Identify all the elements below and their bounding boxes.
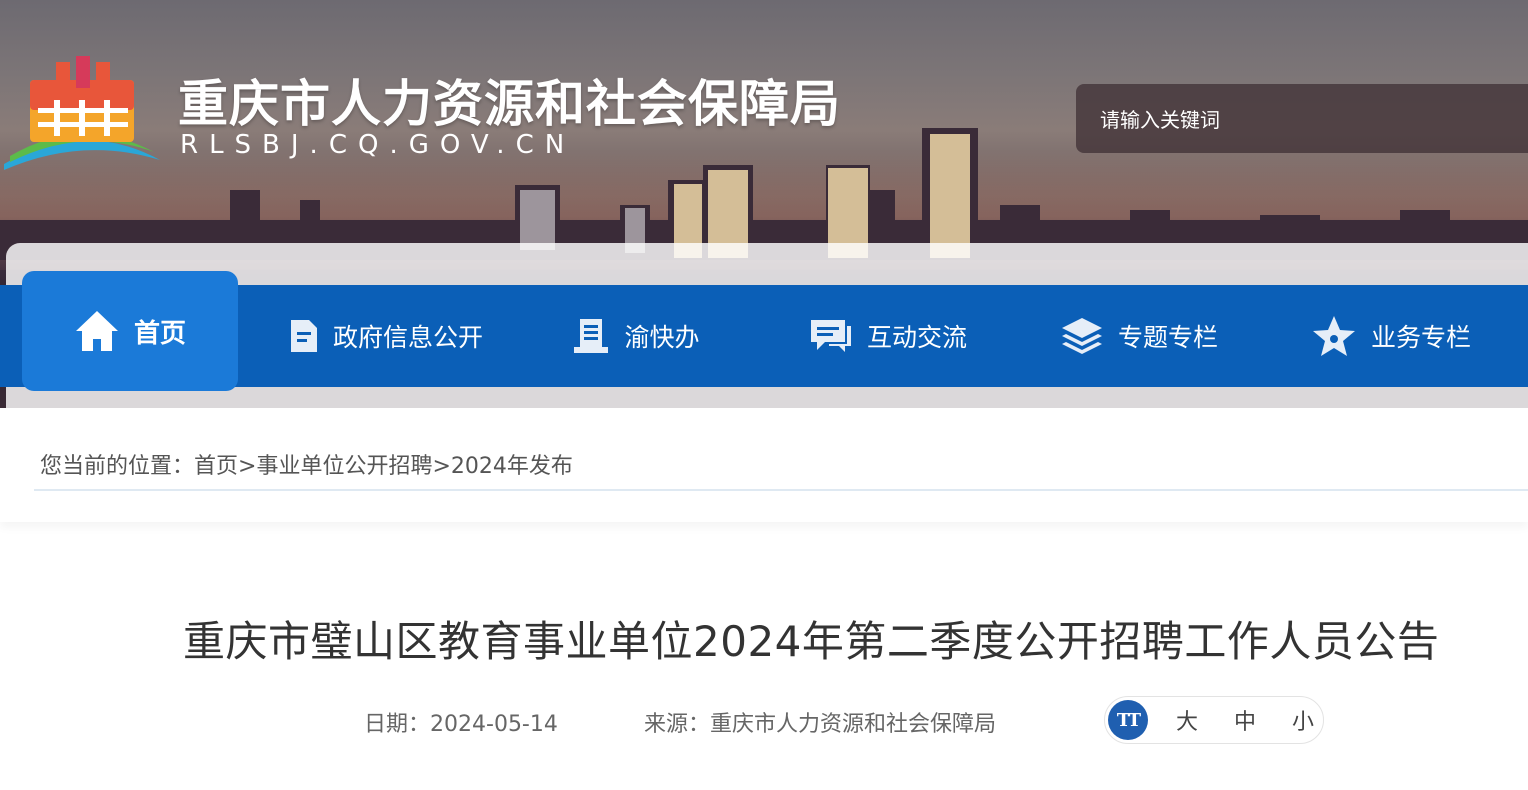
nav-item-interaction[interactable]: 互动交流	[804, 285, 972, 387]
font-size-medium-button[interactable]: 中	[1226, 704, 1264, 736]
home-icon	[75, 311, 118, 351]
nav-item-gov-info[interactable]: 政府信息公开	[280, 285, 490, 387]
document-icon	[290, 320, 317, 352]
font-size-small-button[interactable]: 小	[1284, 704, 1322, 736]
source-value: 重庆市人力资源和社会保障局	[710, 712, 997, 737]
star-icon	[1312, 316, 1355, 356]
nav-item-label: 互动交流	[866, 323, 967, 352]
site-title: 重庆市人力资源和社会保障局	[178, 75, 841, 133]
breadcrumb-separator: >	[238, 454, 257, 479]
breadcrumb-separator: >	[432, 454, 451, 479]
article-title: 重庆市璧山区教育事业单位2024年第二季度公开招聘工作人员公告	[183, 617, 1440, 666]
nav-item-business[interactable]: 业务专栏	[1306, 285, 1476, 387]
breadcrumb-bar: 您当前的位置：首页>事业单位公开招聘>2024年发布	[0, 408, 1528, 522]
breadcrumb: 您当前的位置：首页>事业单位公开招聘>2024年发布	[40, 448, 573, 480]
header-banner: 重庆市人力资源和社会保障局 RLSBJ.CQ.GOV.CN 请输入关键词 首页 …	[0, 0, 1528, 408]
font-size-large-button[interactable]: 大	[1168, 704, 1206, 736]
list-doc-icon	[574, 319, 609, 353]
source-label: 来源：	[644, 712, 711, 737]
nav-item-label: 渝快办	[624, 323, 700, 352]
date-value: 2024-05-14	[430, 712, 558, 737]
nav-item-label: 首页	[133, 318, 186, 349]
date-label: 日期：	[364, 712, 431, 737]
nav-item-yukuaiban[interactable]: 渝快办	[566, 285, 706, 387]
article-date: 日期：2024-05-14	[364, 706, 558, 738]
nav-item-home[interactable]: 首页	[22, 271, 238, 391]
breadcrumb-prefix: 您当前的位置：	[40, 454, 195, 479]
breadcrumb-link-home[interactable]: 首页	[194, 454, 238, 479]
breadcrumb-link-recruitment[interactable]: 事业单位公开招聘	[256, 454, 432, 479]
nav-item-label: 业务专栏	[1370, 323, 1471, 352]
font-size-switcher: TT 大 中 小	[1104, 696, 1324, 744]
breadcrumb-link-2024[interactable]: 2024年发布	[451, 454, 573, 479]
layers-icon	[1061, 318, 1102, 354]
search-input[interactable]: 请输入关键词	[1076, 84, 1528, 153]
main-nav: 首页 政府信息公开 渝快办 互动交流 专题专栏 业务专栏	[0, 271, 1528, 391]
nav-item-topics[interactable]: 专题专栏	[1056, 285, 1222, 387]
emblem-logo	[4, 56, 160, 170]
site-domain: RLSBJ.CQ.GOV.CN	[180, 130, 576, 160]
nav-item-label: 专题专栏	[1117, 323, 1218, 352]
article-source: 来源：重庆市人力资源和社会保障局	[644, 706, 996, 738]
breadcrumb-divider	[34, 489, 1528, 491]
font-size-icon: TT	[1108, 700, 1148, 740]
chat-icon	[810, 320, 851, 352]
nav-item-label: 政府信息公开	[332, 323, 483, 352]
